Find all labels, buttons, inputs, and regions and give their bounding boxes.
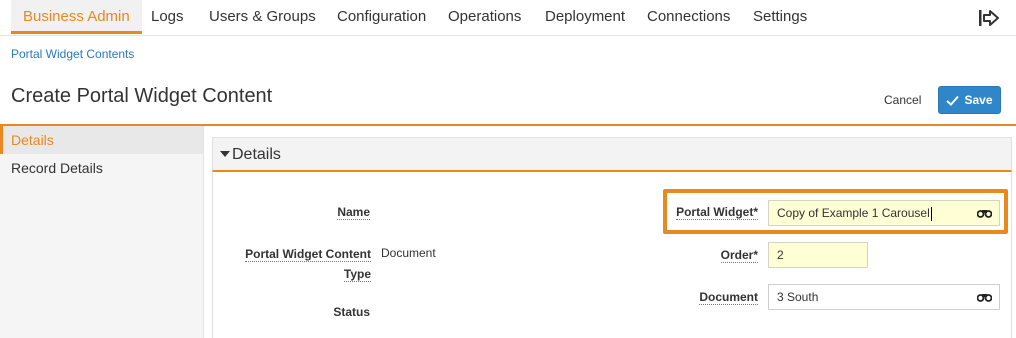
- section-title: Details: [232, 146, 281, 163]
- nav-logs[interactable]: Logs: [151, 0, 184, 34]
- document-input[interactable]: 3 South: [768, 284, 1000, 310]
- top-nav: Business Admin Logs Users & Groups Confi…: [0, 0, 1016, 36]
- nav-operations[interactable]: Operations: [448, 0, 521, 34]
- details-section-header[interactable]: Details: [212, 137, 1012, 172]
- nav-deployment[interactable]: Deployment: [545, 0, 625, 34]
- order-label: Order*: [720, 248, 758, 263]
- save-button[interactable]: Save: [938, 86, 1001, 114]
- nav-settings[interactable]: Settings: [753, 0, 807, 34]
- check-icon: [946, 95, 960, 106]
- order-input[interactable]: 2: [768, 242, 868, 268]
- nav-configuration[interactable]: Configuration: [337, 0, 426, 34]
- sidebar-item-record-details[interactable]: Record Details: [0, 154, 203, 182]
- caret-down-icon: [220, 151, 230, 157]
- save-button-label: Save: [964, 93, 993, 107]
- binoculars-icon[interactable]: [977, 292, 992, 302]
- cancel-button[interactable]: Cancel: [876, 89, 929, 111]
- status-label: Status: [333, 305, 370, 319]
- breadcrumb[interactable]: Portal Widget Contents: [11, 47, 134, 61]
- sidebar-item-details[interactable]: Details: [0, 126, 203, 154]
- nav-business-admin[interactable]: Business Admin: [11, 0, 142, 34]
- nav-connections[interactable]: Connections: [647, 0, 730, 34]
- type-value: Document: [381, 246, 436, 260]
- name-label: Name: [337, 205, 370, 220]
- sidebar: Details Record Details: [0, 126, 204, 338]
- nav-users-groups[interactable]: Users & Groups: [209, 0, 316, 34]
- portal-widget-highlight: [663, 189, 1008, 234]
- logout-icon[interactable]: [978, 8, 1000, 28]
- page-title: Create Portal Widget Content: [11, 85, 273, 107]
- type-label: Portal Widget Content Type: [245, 247, 371, 282]
- document-label: Document: [699, 290, 758, 305]
